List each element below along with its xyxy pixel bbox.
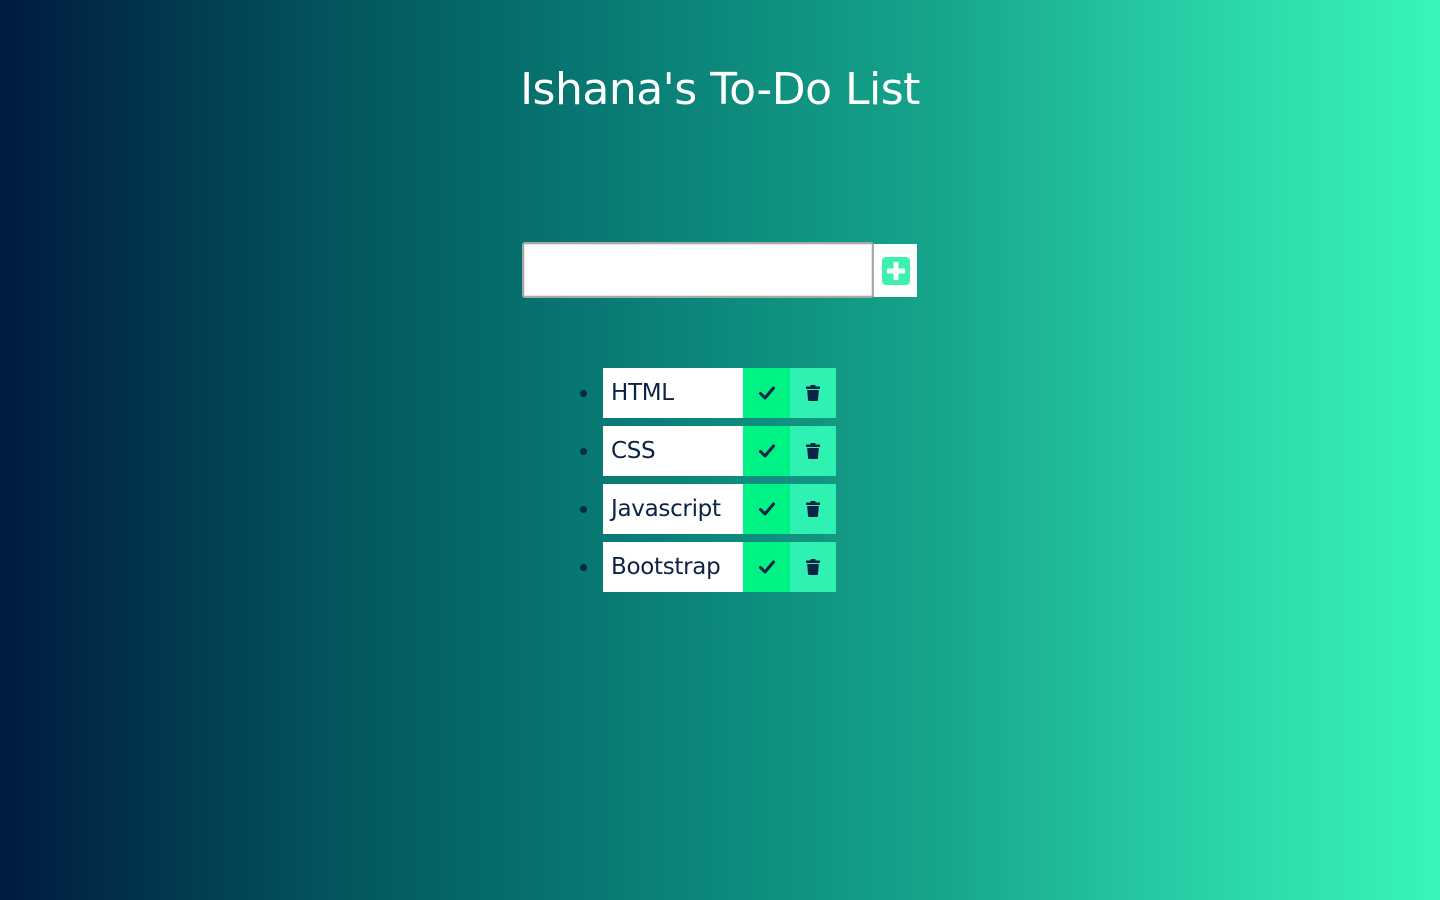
complete-button[interactable] [743, 484, 790, 534]
trash-icon [806, 385, 820, 401]
delete-button[interactable] [790, 368, 836, 418]
list-bullet [580, 564, 587, 571]
complete-button[interactable] [743, 368, 790, 418]
todo-text: Bootstrap [603, 542, 743, 592]
todo-item: Javascript [580, 484, 836, 534]
add-task-button[interactable] [874, 244, 917, 297]
check-icon [758, 560, 775, 574]
list-bullet [580, 506, 587, 513]
list-bullet [580, 448, 587, 455]
list-bullet [580, 390, 587, 397]
new-task-input[interactable] [522, 242, 874, 298]
delete-button[interactable] [790, 542, 836, 592]
check-icon [758, 386, 775, 400]
complete-button[interactable] [743, 426, 790, 476]
check-icon [758, 502, 775, 516]
trash-icon [806, 443, 820, 459]
todo-item: Bootstrap [580, 542, 836, 592]
delete-button[interactable] [790, 484, 836, 534]
trash-icon [806, 559, 820, 575]
add-task-form [522, 242, 917, 298]
page-title: Ishana's To-Do List [520, 64, 920, 115]
todo-text: CSS [603, 426, 743, 476]
delete-button[interactable] [790, 426, 836, 476]
todo-text: HTML [603, 368, 743, 418]
todo-list: HTML CSS Javascript Bootstrap [580, 368, 836, 600]
todo-item: HTML [580, 368, 836, 418]
trash-icon [806, 501, 820, 517]
complete-button[interactable] [743, 542, 790, 592]
todo-item: CSS [580, 426, 836, 476]
plus-square-icon [881, 256, 910, 285]
todo-text: Javascript [603, 484, 743, 534]
check-icon [758, 444, 775, 458]
